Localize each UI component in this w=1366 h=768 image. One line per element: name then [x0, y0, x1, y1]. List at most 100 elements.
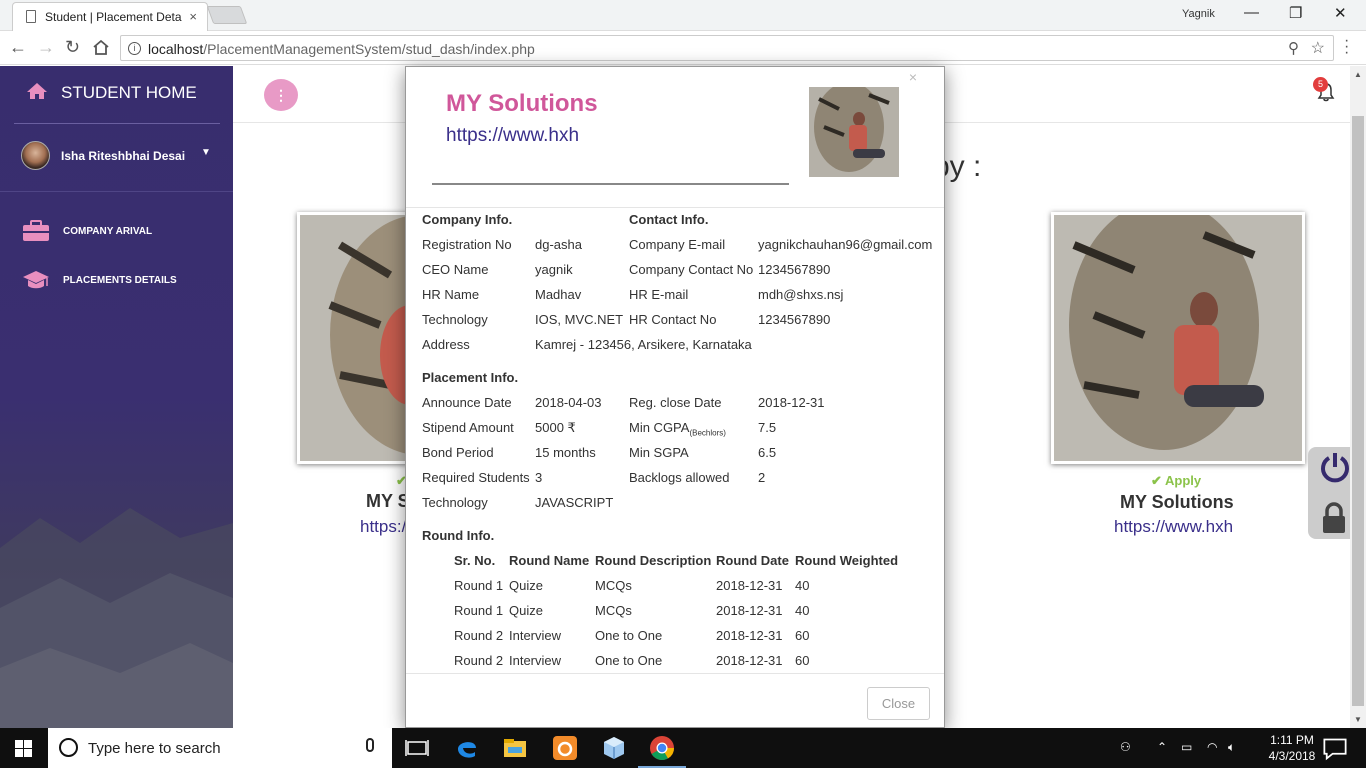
- edge-browser-icon[interactable]: [454, 735, 480, 761]
- brand-title: STUDENT HOME: [61, 83, 197, 102]
- zoom-icon[interactable]: ⚲: [1288, 39, 1299, 57]
- modal-title: MY Solutions: [446, 90, 598, 117]
- round-col-header: Round Description: [595, 553, 712, 568]
- round-cell: Round 1: [454, 578, 504, 593]
- modal-title-underline: [432, 183, 789, 185]
- people-icon[interactable]: ⚇: [1120, 740, 1131, 754]
- modal-close-icon[interactable]: ×: [909, 69, 917, 85]
- modal-url[interactable]: https://www.hxh: [446, 125, 579, 147]
- task-view-icon[interactable]: [404, 735, 430, 761]
- round-cell: MCQs: [595, 603, 632, 618]
- info-value: IOS, MVC.NET: [535, 312, 624, 327]
- windows-start-icon[interactable]: [15, 740, 32, 757]
- graduation-cap-icon: [23, 271, 49, 289]
- battery-icon[interactable]: ▭: [1181, 740, 1192, 754]
- chrome-icon[interactable]: [649, 735, 675, 761]
- info-label: HR E-mail: [629, 287, 689, 302]
- card-url[interactable]: https://www.hxh: [1114, 517, 1233, 537]
- scroll-down-icon[interactable]: ▼: [1354, 715, 1362, 724]
- min-cgpa-sub: (Bechlors): [689, 428, 726, 438]
- url-host: localhost: [148, 41, 204, 57]
- info-icon[interactable]: i: [128, 42, 141, 55]
- info-label: Company Contact No: [629, 262, 754, 277]
- minimize-button[interactable]: —: [1244, 4, 1259, 21]
- sidebar: STUDENT HOME Isha Riteshbhai Desai ▼ COM…: [0, 66, 233, 728]
- home-icon: [27, 83, 47, 99]
- page-scrollbar[interactable]: ▲ ▼: [1350, 66, 1366, 728]
- quick-tools-panel: [1308, 447, 1352, 539]
- microphone-icon[interactable]: [366, 738, 374, 752]
- modal-header-divider: [406, 207, 944, 208]
- info-label: Bond Period: [422, 445, 494, 460]
- back-arrow-icon[interactable]: ←: [9, 37, 27, 58]
- file-explorer-icon[interactable]: [502, 735, 528, 761]
- volume-icon[interactable]: 🔈︎: [1228, 740, 1235, 755]
- browser-menu-icon[interactable]: · · ·: [1344, 33, 1349, 61]
- modal-body: Company Info. Registration No dg-asha CE…: [422, 210, 932, 673]
- chevron-up-icon[interactable]: ⌃: [1157, 740, 1167, 754]
- info-label: Company E-mail: [629, 237, 726, 252]
- info-value: 3: [535, 470, 543, 485]
- info-label: Backlogs allowed: [629, 470, 730, 485]
- round-cell: 40: [795, 603, 810, 618]
- sidebar-item-label: COMPANY ARIVAL: [63, 226, 153, 237]
- forward-arrow-icon[interactable]: →: [37, 37, 55, 58]
- power-icon[interactable]: [1320, 451, 1350, 483]
- info-label: HR Name: [422, 287, 480, 302]
- info-value: 6.5: [758, 445, 777, 460]
- card-url[interactable]: https:/: [360, 517, 406, 537]
- close-window-button[interactable]: ✕: [1334, 4, 1347, 22]
- section-heading-company: Company Info.: [422, 212, 513, 227]
- close-button[interactable]: Close: [867, 687, 930, 720]
- info-value: dg-asha: [535, 237, 582, 252]
- caret-down-icon[interactable]: ▼: [201, 147, 211, 158]
- new-tab-button[interactable]: [206, 6, 248, 24]
- avatar: [21, 141, 50, 170]
- tab-close-icon[interactable]: ×: [189, 9, 197, 24]
- info-label: Reg. close Date: [629, 395, 722, 410]
- url-input[interactable]: i localhost/PlacementManagementSystem/st…: [120, 35, 1334, 61]
- scroll-up-icon[interactable]: ▲: [1354, 70, 1362, 79]
- uc-browser-icon[interactable]: [552, 735, 578, 761]
- reload-icon[interactable]: ↻: [65, 37, 80, 58]
- info-value: yagnikchauhan96@gmail.com: [758, 237, 933, 252]
- wifi-icon[interactable]: ◠: [1207, 740, 1217, 754]
- info-value: 15 months: [535, 445, 596, 460]
- info-label: Stipend Amount: [422, 420, 514, 435]
- info-value: mdh@shxs.nsj: [758, 287, 844, 302]
- notification-badge: 5: [1313, 77, 1328, 92]
- taskbar-search-input[interactable]: Type here to search: [48, 728, 392, 768]
- modal-footer-divider: [406, 673, 944, 674]
- sidebar-divider: [14, 123, 220, 124]
- card-title: MY S: [366, 491, 410, 511]
- info-label: Address: [422, 337, 470, 352]
- document-icon: [26, 10, 36, 23]
- apply-link[interactable]: ✔ Apply: [1151, 473, 1201, 489]
- browser-tab[interactable]: Student | Placement Deta ×: [12, 2, 208, 31]
- round-cell: Round 2: [454, 653, 504, 668]
- action-center-icon[interactable]: [1322, 736, 1348, 762]
- info-label: Announce Date: [422, 395, 512, 410]
- tab-title: Student | Placement Deta: [45, 10, 182, 24]
- scrollbar-thumb[interactable]: [1352, 116, 1364, 706]
- round-cell: MCQs: [595, 578, 632, 593]
- round-cell: 2018-12-31: [716, 603, 783, 618]
- info-value: 1234567890: [758, 312, 831, 327]
- window-user-label: Yagnik: [1182, 8, 1215, 20]
- round-cell: 2018-12-31: [716, 578, 783, 593]
- virtualbox-icon[interactable]: [601, 735, 627, 761]
- round-cell: One to One: [595, 653, 663, 668]
- search-placeholder: Type here to search: [88, 740, 221, 757]
- more-options-button[interactable]: ⋮: [264, 79, 298, 111]
- restore-button[interactable]: ❐: [1289, 4, 1302, 22]
- round-col-header: Round Weighted: [795, 553, 899, 568]
- company-details-modal: × MY Solutions https://www.hxh Company I…: [405, 66, 945, 728]
- round-col-header: Round Name: [509, 553, 590, 568]
- bookmark-star-icon[interactable]: ☆: [1311, 38, 1325, 58]
- address-bar-row: ← → ↻ i localhost/PlacementManagementSys…: [0, 31, 1366, 65]
- home-icon[interactable]: [92, 39, 110, 56]
- info-value: 2018-12-31: [758, 395, 825, 410]
- url-path: /PlacementManagementSystem/stud_dash/ind…: [203, 41, 535, 57]
- lock-icon[interactable]: [1321, 502, 1347, 534]
- system-clock[interactable]: 1:11 PM 4/3/2018: [1262, 732, 1322, 764]
